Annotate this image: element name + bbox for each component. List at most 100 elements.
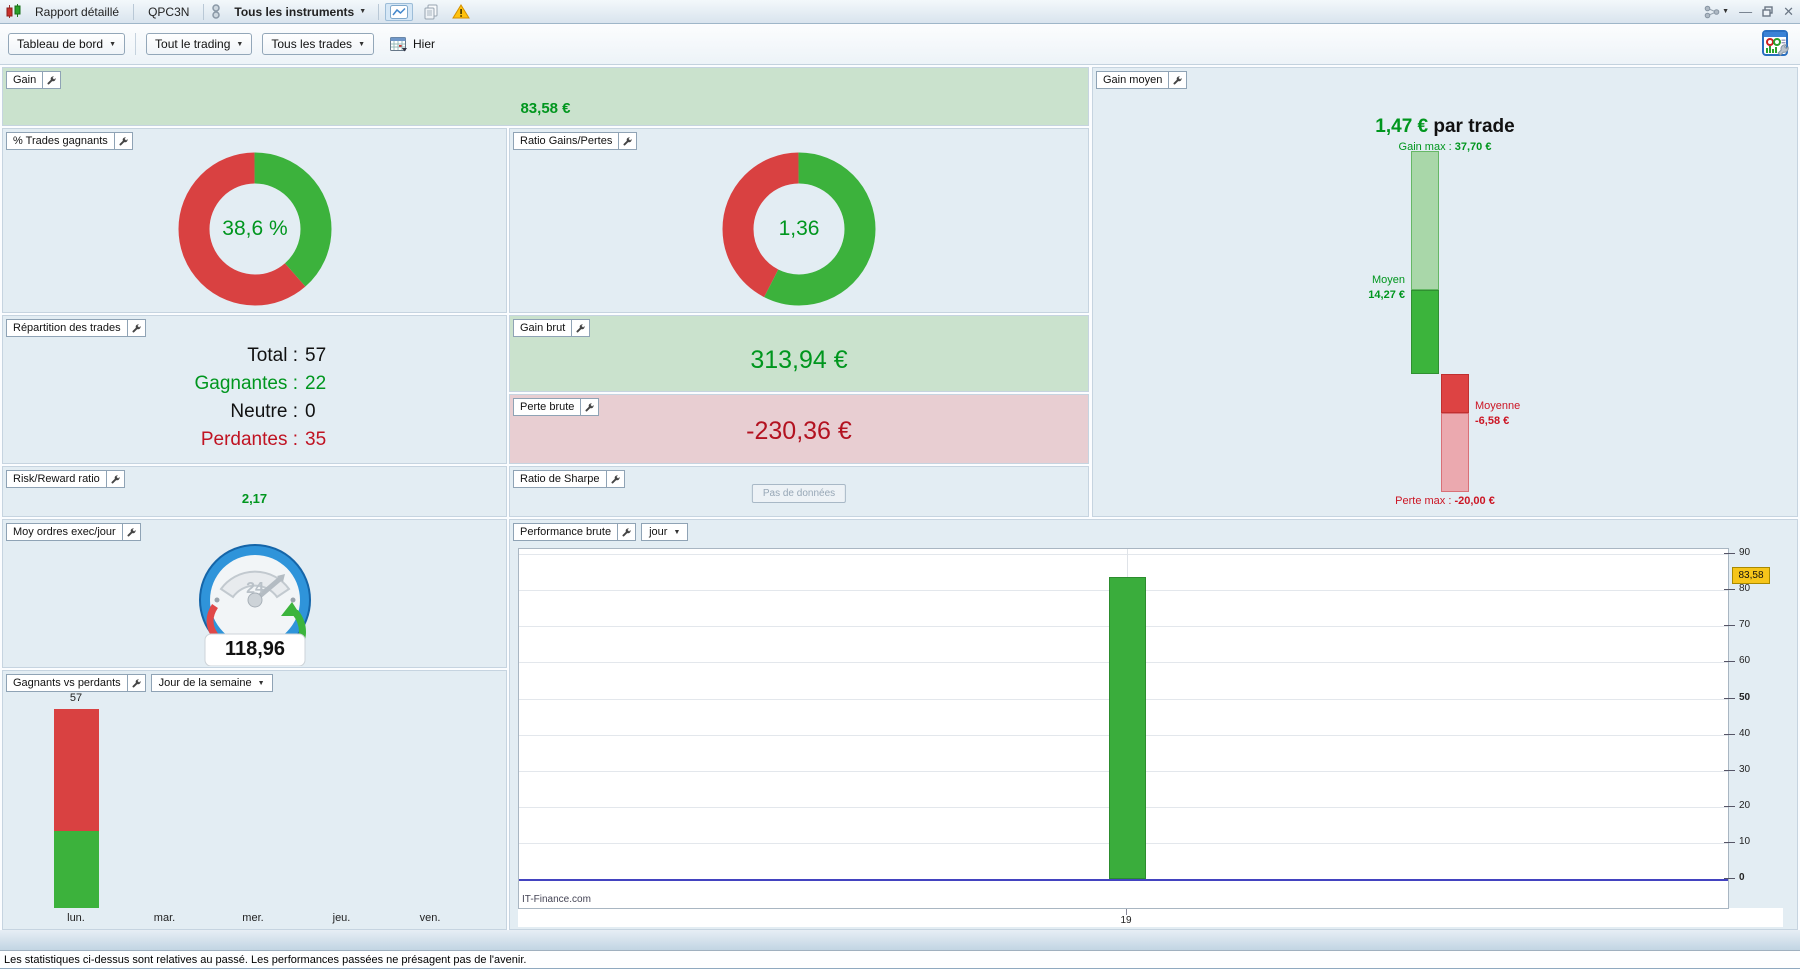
gain-brut-value: 313,94 €	[750, 346, 848, 374]
moy-ordres-settings-wrench-button[interactable]	[122, 523, 141, 541]
panel-gagnants-vs-perdants: Gagnants vs perdants Jour de la semaine ▼…	[2, 670, 507, 930]
wrench-icon	[585, 402, 594, 411]
axis-tick	[1724, 553, 1735, 555]
panel-ratio-gp-header: Ratio Gains/Pertes	[513, 132, 638, 150]
perte-max-segment	[1441, 412, 1469, 493]
x-axis-label: 19	[1120, 915, 1132, 926]
axis-tick	[1724, 625, 1735, 627]
tab-qpc3n[interactable]: QPC3N	[140, 5, 197, 19]
gain-brut-settings-wrench-button[interactable]	[572, 319, 591, 337]
panel-pct-trades-header: % Trades gagnants	[6, 132, 133, 150]
date-range-button[interactable]: Hier	[384, 35, 441, 53]
panel-sharpe-title: Ratio de Sharpe	[513, 470, 607, 488]
repartition-row: Perdantes : 35	[3, 429, 508, 457]
moyenne-label: Moyenne -6,58 €	[1475, 400, 1521, 427]
repartition-rows: Total : 57 Gagnantes : 22 Neutre : 0 Perdantes…	[3, 345, 508, 457]
repartition-row-label: Total :	[247, 345, 298, 366]
repartition-settings-wrench-button[interactable]	[127, 319, 146, 337]
panel-risk-reward-header: Risk/Reward ratio	[6, 470, 125, 488]
day-label: mar.	[153, 912, 176, 924]
warning-icon[interactable]	[448, 3, 474, 20]
share-icon[interactable]: ▼	[1704, 5, 1729, 19]
panel-moy-ordres-header: Moy ordres exec/jour	[6, 523, 141, 541]
grouping-selector-dropdown[interactable]: Jour de la semaine ▼	[150, 674, 273, 692]
perte-moyenne-segment	[1441, 374, 1469, 413]
title-bar: Rapport détaillé QPC3N Tous les instrume…	[0, 0, 1800, 24]
wrench-icon	[47, 75, 56, 84]
panel-gain: Gain 83,58 €	[2, 67, 1089, 126]
day-label: mer.	[242, 912, 264, 924]
zero-line	[519, 879, 1728, 881]
minimize-button[interactable]: —	[1739, 4, 1752, 19]
gain-moyen-settings-wrench-button[interactable]	[1169, 71, 1188, 89]
panel-ratio-gains-pertes: Ratio Gains/Pertes 1,36	[509, 128, 1089, 313]
axis-tick	[1724, 661, 1735, 663]
panel-gain-brut: Gain brut 313,94 €	[509, 315, 1089, 392]
gagnants-perdants-settings-wrench-button[interactable]	[127, 674, 146, 692]
gain-value: 83,58 €	[520, 100, 571, 117]
wrench-icon	[1173, 75, 1182, 84]
axis-tick-label: 30	[1739, 763, 1751, 775]
wrench-icon	[111, 474, 120, 483]
separator	[378, 3, 380, 20]
pct-trades-donut-value: 38,6 %	[222, 217, 288, 240]
chart-icon[interactable]	[385, 2, 414, 21]
repartition-row: Neutre : 0	[3, 401, 508, 429]
perte-brute-value: -230,36 €	[746, 417, 852, 445]
tab-rapport-detaille[interactable]: Rapport détaillé	[27, 5, 127, 19]
perte-max-label: Perte max : -20,00 €	[1395, 495, 1495, 507]
panel-performance-header: Performance brute jour ▼	[513, 523, 689, 541]
axis-tick-label: 40	[1739, 727, 1751, 739]
axis-tick	[1724, 733, 1735, 735]
x-axis-strip	[518, 908, 1783, 927]
dashboard-selector-dropdown[interactable]: Tableau de bord ▼	[8, 33, 126, 55]
copy-icon[interactable]	[419, 3, 442, 21]
wrench-icon	[622, 527, 631, 536]
bottom-gradient-strip	[0, 930, 1800, 950]
trading-scope-dropdown[interactable]: Tout le trading ▼	[146, 33, 253, 55]
ratio-gp-donut-chart: 1,36	[722, 152, 876, 306]
wrench-icon	[576, 323, 585, 332]
axis-tick	[1724, 589, 1735, 591]
wrench-icon	[132, 678, 141, 687]
panel-gain-brut-title: Gain brut	[513, 319, 573, 337]
calendar-icon	[390, 37, 407, 52]
repartition-row-value: 35	[305, 429, 327, 450]
trades-filter-dropdown[interactable]: Tous les trades ▼	[262, 33, 374, 55]
chevron-down-icon: ▼	[673, 528, 681, 536]
period-selector-dropdown[interactable]: jour ▼	[641, 523, 689, 541]
axis-tick-label: 0	[1739, 872, 1745, 883]
toolbar: Tableau de bord ▼ Tout le trading ▼ Tous l…	[0, 24, 1800, 65]
panel-sharpe-header: Ratio de Sharpe	[513, 470, 625, 488]
plot-area	[518, 548, 1729, 909]
axis-tick-label: 90	[1739, 547, 1751, 559]
chevron-down-icon: ▼	[359, 8, 367, 15]
perte-brute-settings-wrench-button[interactable]	[581, 398, 600, 416]
repartition-row: Total : 57	[3, 345, 508, 373]
instrument-selector-dropdown[interactable]: Tous les instruments ▼	[228, 5, 372, 19]
risk-reward-settings-wrench-button[interactable]	[106, 470, 125, 488]
gain-moyen-segment	[1411, 289, 1439, 374]
link-instruments-icon[interactable]	[210, 3, 222, 20]
dashboard-settings-button[interactable]	[1760, 29, 1792, 60]
axis-tick	[1724, 841, 1735, 843]
risk-reward-value: 2,17	[241, 491, 268, 506]
separator	[203, 3, 205, 20]
gain-settings-wrench-button[interactable]	[43, 71, 62, 89]
pct-trades-donut-chart: 38,6 %	[178, 152, 332, 306]
close-button[interactable]: ✕	[1783, 4, 1794, 20]
day-label: jeu.	[332, 912, 351, 924]
sharpe-settings-wrench-button[interactable]	[606, 470, 625, 488]
axis-tick-label: 60	[1739, 655, 1751, 667]
gauge-dial-value: 24	[246, 580, 264, 597]
wrench-icon	[127, 527, 136, 536]
gain-max-segment	[1411, 150, 1439, 290]
panel-performance-brute: Performance brute jour ▼ 0 10 20 30 40 50 60 70 8…	[509, 519, 1798, 930]
ratio-gp-settings-wrench-button[interactable]	[619, 132, 638, 150]
restore-button[interactable]	[1762, 6, 1773, 17]
performance-settings-wrench-button[interactable]	[618, 523, 637, 541]
repartition-row-label: Gagnantes :	[194, 373, 298, 394]
performance-bar-chart: 0 10 20 30 40 50 60 70 80 90 83,58 19	[510, 520, 1799, 931]
wrench-icon	[132, 323, 141, 332]
pct-trades-settings-wrench-button[interactable]	[114, 132, 133, 150]
